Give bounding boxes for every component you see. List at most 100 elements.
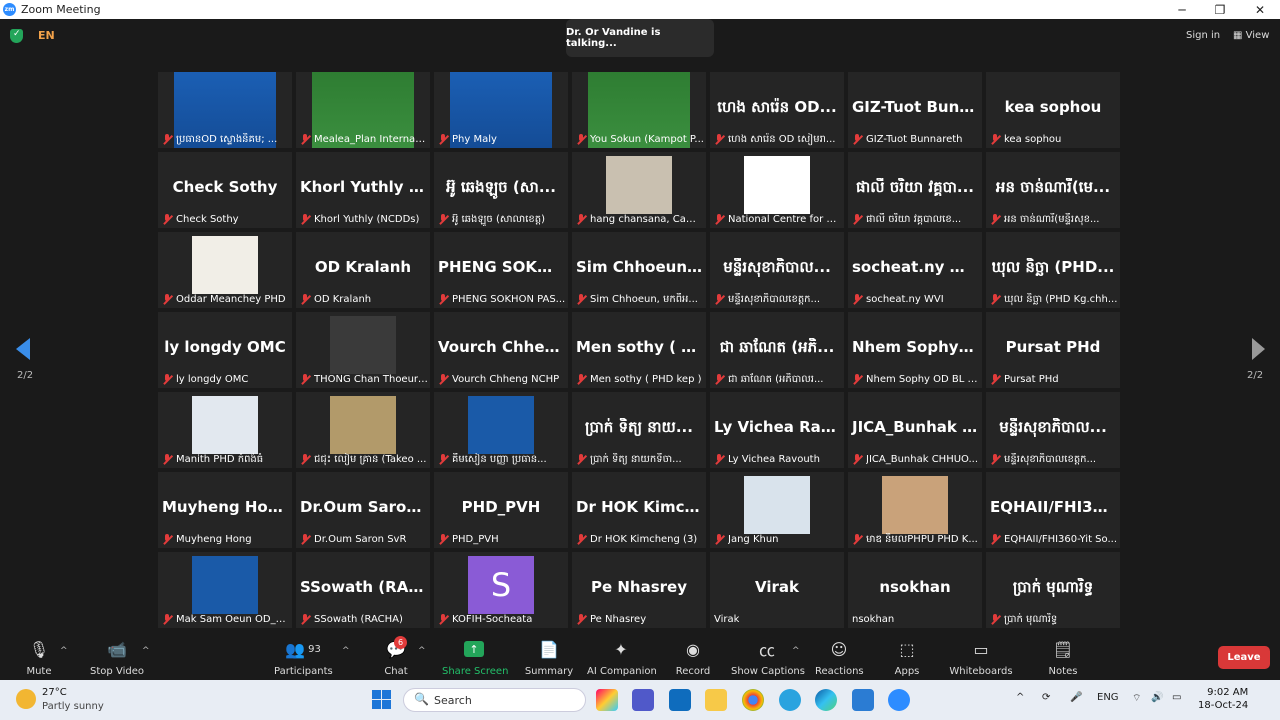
participant-tile[interactable]: PHENG SOKHO... PHENG SOKHON PAS... bbox=[434, 232, 568, 308]
participant-tile[interactable]: ប្រាក់ ទិត្យ នាយ... ប្រាក់ ទិត្យ នាយកទីចា… bbox=[572, 392, 706, 468]
record-button[interactable]: ◉ Record bbox=[674, 638, 712, 678]
participant-tile[interactable]: គីមសៀន បញ្ញា ប្រធាន... bbox=[434, 392, 568, 468]
input-language-indicator[interactable]: ENG bbox=[1097, 692, 1119, 703]
weather-temperature[interactable]: 27°C bbox=[42, 687, 67, 698]
mute-button[interactable]: 🎙 Mute bbox=[22, 638, 56, 678]
participant-tile[interactable]: ផាលី ចរិយា វគ្គបា... ផាលី ចរិយា វគ្គបាលខេ… bbox=[848, 152, 982, 228]
participant-tile[interactable]: មន្ទីរសុខាភិបាល... មន្ទីរសុខាភិបាលខេត្តក.… bbox=[986, 392, 1120, 468]
sign-in-link[interactable]: Sign in bbox=[1186, 30, 1220, 41]
reactions-button[interactable]: ☺ Reactions bbox=[815, 638, 864, 678]
taskbar-clock[interactable]: 9:02 AM 18-Oct-24 bbox=[1198, 686, 1248, 712]
participant-tile[interactable]: kea sophou kea sophou bbox=[986, 72, 1120, 148]
view-button[interactable]: ▦ View bbox=[1233, 30, 1269, 41]
participant-tile[interactable]: S KOFIH-Socheata bbox=[434, 552, 568, 628]
ai-companion-button[interactable]: ✦ AI Companion bbox=[587, 638, 657, 678]
battery-icon[interactable]: ▭ bbox=[1172, 692, 1181, 703]
participant-tile[interactable]: ly longdy OMC ly longdy OMC bbox=[158, 312, 292, 388]
teams-icon[interactable] bbox=[632, 689, 654, 711]
edge-icon[interactable] bbox=[815, 689, 837, 711]
summary-button[interactable]: 📄 Summary bbox=[524, 638, 574, 678]
windows-start-icon[interactable] bbox=[372, 690, 391, 709]
zoom-taskbar-icon[interactable] bbox=[888, 689, 910, 711]
participant-tile[interactable]: Vourch Chheng... Vourch Chheng NCHP bbox=[434, 312, 568, 388]
participant-tile[interactable]: ជជុះ លៀម គ្រាន (Takeo ... bbox=[296, 392, 430, 468]
stop-video-button[interactable]: 📹 Stop Video bbox=[88, 638, 146, 678]
participant-tile[interactable]: ជា ឆាណែត (អភិ... ជា ឆាណែត (អភិបាលរ... bbox=[710, 312, 844, 388]
participant-tile[interactable]: THONG Chan Thoeurn... bbox=[296, 312, 430, 388]
participant-tile[interactable]: មន្ទីរសុខាភិបាល... មន្ទីរសុខាភិបាលខេត្តក.… bbox=[710, 232, 844, 308]
participant-tile[interactable]: Virak Virak bbox=[710, 552, 844, 628]
share-screen-button[interactable]: ↑ Share Screen bbox=[442, 638, 508, 677]
participant-tile[interactable]: hang chansana, Camb... bbox=[572, 152, 706, 228]
leave-button[interactable]: Leave bbox=[1218, 646, 1270, 669]
volume-icon[interactable]: 🔊 bbox=[1151, 692, 1163, 703]
participant-tile[interactable]: អន ចាន់ណារី(មេ... អន ចាន់ណារី(មន្ទីរសុខ..… bbox=[986, 152, 1120, 228]
participant-tile[interactable]: OD Kralanh OD Kralanh bbox=[296, 232, 430, 308]
participant-tile[interactable]: PHD_PVH PHD_PVH bbox=[434, 472, 568, 548]
participant-tile[interactable]: Men sothy ( PH... Men sothy ( PHD kep ) bbox=[572, 312, 706, 388]
weather-condition[interactable]: Partly sunny bbox=[42, 701, 104, 712]
participant-tile[interactable]: Pe Nhasrey Pe Nhasrey bbox=[572, 552, 706, 628]
copilot-icon[interactable] bbox=[596, 689, 618, 711]
participant-tile[interactable]: National Centre for Health... bbox=[710, 152, 844, 228]
participant-tile[interactable]: ហេង សារ៉េន OD... ហេង សារ៉េន OD សៀមរា... bbox=[710, 72, 844, 148]
maximize-button[interactable]: ❐ bbox=[1200, 0, 1240, 19]
participant-tile[interactable]: EQHAII/FHI360-... EQHAII/FHI360-Yit So... bbox=[986, 472, 1120, 548]
participant-tile[interactable]: Phy Maly bbox=[434, 72, 568, 148]
notepad-icon[interactable] bbox=[852, 689, 874, 711]
participant-name: ផាលី ចរិយា វគ្គបាលខេ... bbox=[866, 214, 962, 225]
encryption-shield-icon[interactable] bbox=[10, 29, 23, 43]
participant-tile[interactable]: អ៊ូ ឆេងឡូច (សា... អ៊ូ ឆេងឡូច (សាលាខេត្ត) bbox=[434, 152, 568, 228]
audio-options-chevron-icon[interactable]: ^ bbox=[60, 646, 68, 656]
participant-tile[interactable]: nsokhan nsokhan bbox=[848, 552, 982, 628]
participants-button[interactable]: 👥 93 Participants bbox=[274, 638, 333, 678]
participant-tile[interactable]: Jang Khun bbox=[710, 472, 844, 548]
taskbar-search-box[interactable]: 🔍 Search bbox=[403, 688, 586, 712]
notes-button[interactable]: 🗒 Notes bbox=[1046, 638, 1080, 678]
participant-tile[interactable]: socheat.ny WVI socheat.ny WVI bbox=[848, 232, 982, 308]
captions-chevron-icon[interactable]: ^ bbox=[792, 646, 800, 656]
participant-tile[interactable]: SSowath (RACHA) SSowath (RACHA) bbox=[296, 552, 430, 628]
participant-tile[interactable]: មាឌ និមលPHPU PHD K... bbox=[848, 472, 982, 548]
participant-tile[interactable]: GIZ-Tuot Bunna... GIZ-Tuot Bunnareth bbox=[848, 72, 982, 148]
next-page-arrow-icon[interactable] bbox=[1252, 338, 1265, 360]
participants-chevron-icon[interactable]: ^ bbox=[342, 646, 350, 656]
participant-tile[interactable]: JICA_Bunhak C... JICA_Bunhak CHHUO... bbox=[848, 392, 982, 468]
tray-microphone-icon[interactable]: 🎤 bbox=[1070, 692, 1082, 703]
participant-tile[interactable]: Khorl Yuthly (N... Khorl Yuthly (NCDDs) bbox=[296, 152, 430, 228]
participant-tile[interactable]: Mak Sam Oeun OD_A... bbox=[158, 552, 292, 628]
chat-button[interactable]: 💬 6 Chat bbox=[380, 636, 412, 677]
participant-tile[interactable]: You Sokun (Kampot P... bbox=[572, 72, 706, 148]
participant-tile[interactable]: Check Sothy Check Sothy bbox=[158, 152, 292, 228]
participant-tile[interactable]: Pursat PHd Pursat PHd bbox=[986, 312, 1120, 388]
participant-tile[interactable]: Mealea_Plan Internatio... bbox=[296, 72, 430, 148]
wifi-icon[interactable]: ⌔ bbox=[1132, 692, 1141, 705]
participant-tile[interactable]: Manith PHD កំពង់ធំ bbox=[158, 392, 292, 468]
close-button[interactable]: ✕ bbox=[1240, 0, 1280, 19]
participant-tile[interactable]: Muyheng Hong Muyheng Hong bbox=[158, 472, 292, 548]
participant-tile[interactable]: ឃុល និច្ឆា (PHD... ឃុល និច្ឆា (PHD Kg.chh… bbox=[986, 232, 1120, 308]
participant-tile[interactable]: Ly Vichea Ravou... Ly Vichea Ravouth bbox=[710, 392, 844, 468]
language-interpretation-button[interactable]: EN bbox=[38, 29, 55, 42]
participant-tile[interactable]: Sim Chhoeun, ម... Sim Chhoeun, មកពីអ... bbox=[572, 232, 706, 308]
participant-tile[interactable]: Dr.Oum Saron S... Dr.Oum Saron SvR bbox=[296, 472, 430, 548]
sync-icon[interactable]: ⟳ bbox=[1042, 692, 1050, 703]
weather-sun-icon[interactable] bbox=[16, 689, 36, 709]
participant-tile[interactable]: Nhem Sophy O... Nhem Sophy OD BL R... bbox=[848, 312, 982, 388]
participant-tile[interactable]: Dr HOK Kimche... Dr HOK Kimcheng (3) bbox=[572, 472, 706, 548]
apps-button[interactable]: ⬚ Apps bbox=[892, 638, 922, 678]
show-captions-button[interactable]: ㏄ Show Captions bbox=[731, 638, 805, 677]
mail-icon[interactable] bbox=[669, 689, 691, 711]
participant-tile[interactable]: ប្រាក់ មុណារិទ្ធ ប្រាក់ មុណារិទ្ធ bbox=[986, 552, 1120, 628]
participant-tile[interactable]: ប្រធានOD ស្ទោងនិគម; ... bbox=[158, 72, 292, 148]
whiteboards-button[interactable]: ▭ Whiteboards bbox=[949, 638, 1013, 678]
file-explorer-icon[interactable] bbox=[705, 689, 727, 711]
previous-page-arrow-icon[interactable] bbox=[16, 338, 30, 360]
chrome-icon[interactable] bbox=[742, 689, 764, 711]
chat-chevron-icon[interactable]: ^ bbox=[418, 646, 426, 656]
minimize-button[interactable]: ─ bbox=[1162, 0, 1202, 19]
participant-tile[interactable]: Oddar Meanchey PHD bbox=[158, 232, 292, 308]
video-options-chevron-icon[interactable]: ^ bbox=[142, 646, 150, 656]
tray-overflow-chevron-icon[interactable]: ^ bbox=[1016, 692, 1024, 703]
telegram-icon[interactable] bbox=[779, 689, 801, 711]
